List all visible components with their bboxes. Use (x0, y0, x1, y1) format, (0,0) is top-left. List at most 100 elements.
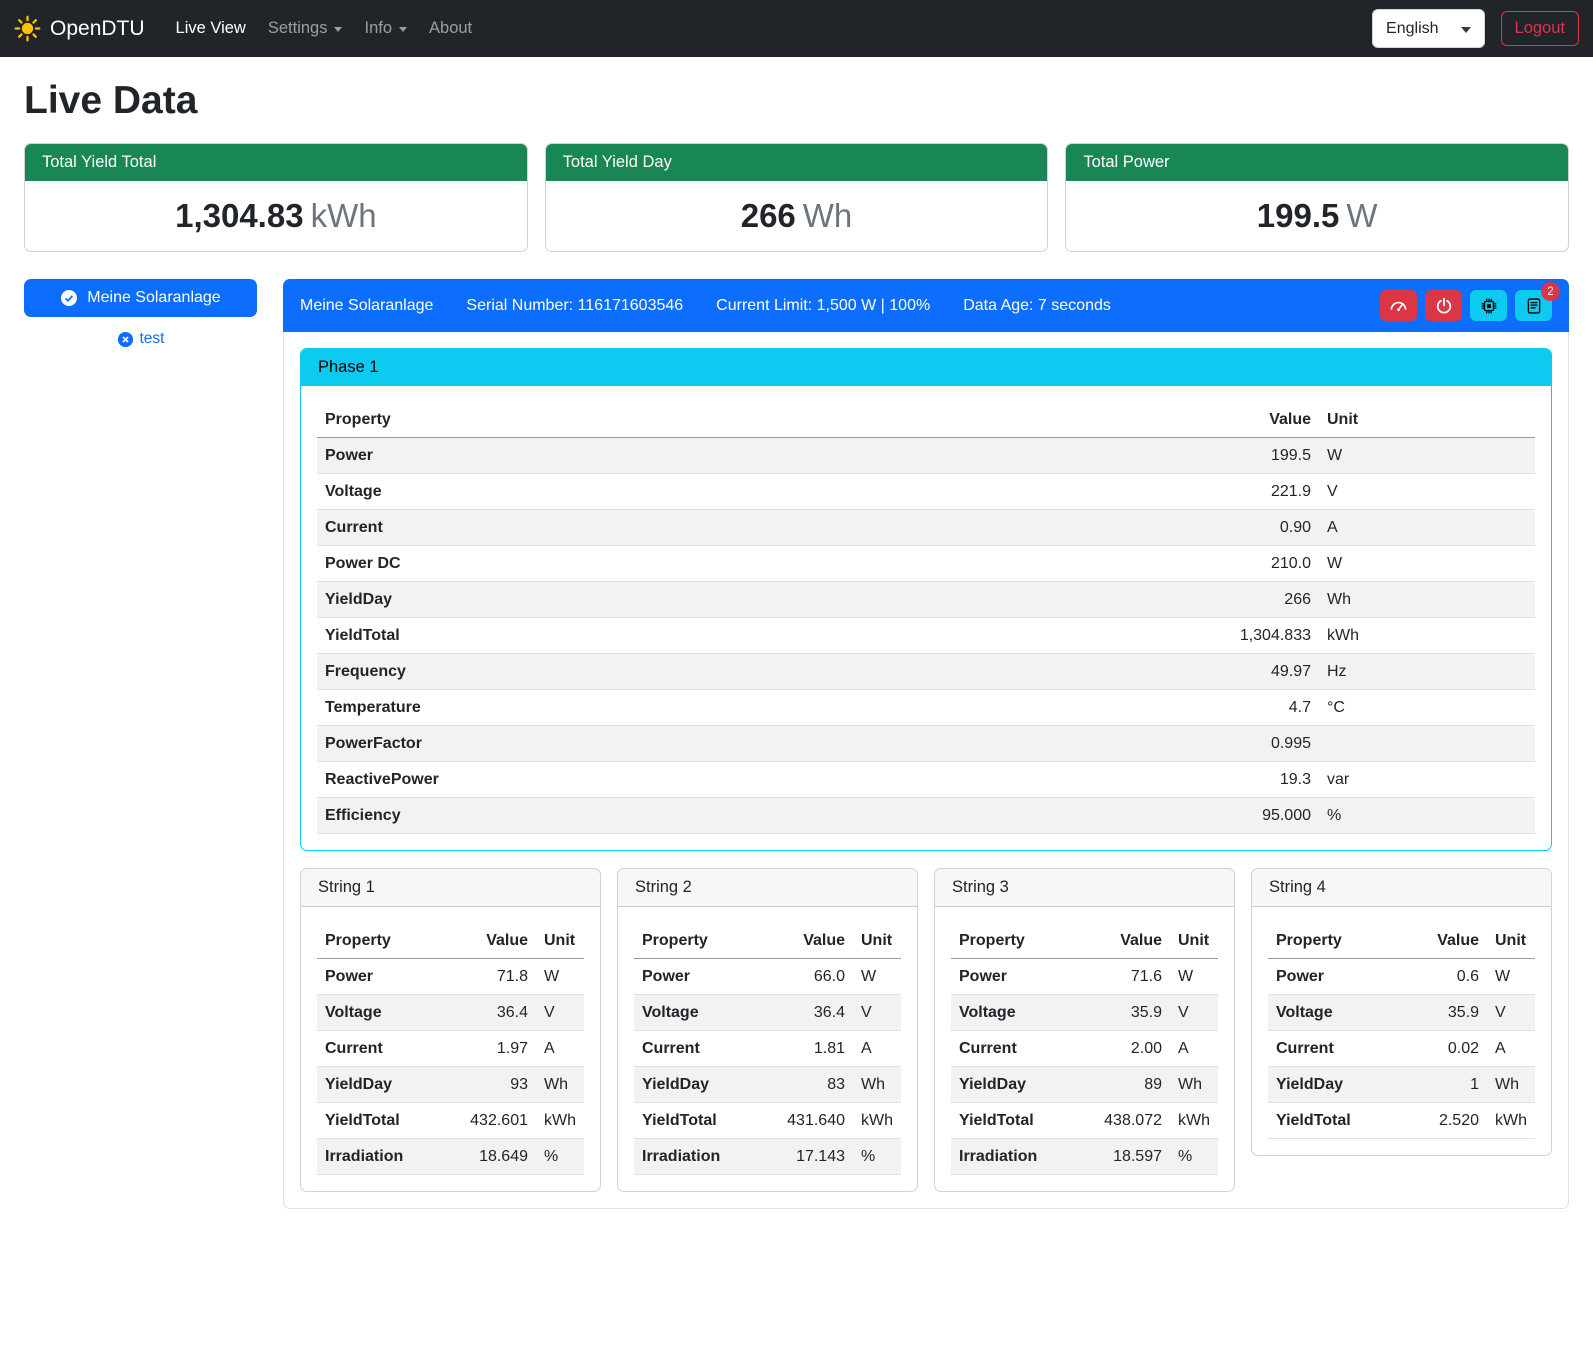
property-cell: YieldTotal (317, 618, 1179, 654)
property-cell: Frequency (317, 654, 1179, 690)
check-circle-icon (60, 289, 78, 307)
unit-cell: W (1170, 959, 1218, 995)
property-cell: Voltage (951, 995, 1084, 1031)
nav-info[interactable]: Info (353, 10, 418, 47)
table-row: Voltage36.4V (634, 995, 901, 1031)
value-cell: 0.02 (1401, 1031, 1487, 1067)
string-table: Property Value Unit Power71.6WVoltage35.… (951, 923, 1218, 1175)
table-row: PowerFactor0.995 (317, 726, 1535, 762)
value-cell: 1,304.833 (1179, 618, 1319, 654)
column-property: Property (317, 923, 450, 959)
table-row: YieldDay1Wh (1268, 1067, 1535, 1103)
column-value: Value (1084, 923, 1170, 959)
table-row: Current0.90A (317, 510, 1535, 546)
table-row: YieldDay89Wh (951, 1067, 1218, 1103)
inverter-select-button[interactable]: Meine Solaranlage (24, 279, 257, 317)
string-cards-row: String 1 Property Value Unit (300, 868, 1552, 1192)
value-cell: 35.9 (1401, 995, 1487, 1031)
value-cell: 71.6 (1084, 959, 1170, 995)
value-cell: 19.3 (1179, 762, 1319, 798)
top-navbar: OpenDTU Live View Settings Info About En… (0, 0, 1593, 57)
unit-cell: kWh (536, 1103, 584, 1139)
table-row: YieldDay93Wh (317, 1067, 584, 1103)
property-cell: ReactivePower (317, 762, 1179, 798)
chevron-down-icon (399, 27, 407, 32)
column-value: Value (767, 923, 853, 959)
card-unit: Wh (803, 197, 853, 234)
speedometer-icon (1389, 296, 1408, 315)
value-cell: 438.072 (1084, 1103, 1170, 1139)
property-cell: Power DC (317, 546, 1179, 582)
device-info-button[interactable] (1470, 290, 1507, 321)
unit-cell: A (1319, 510, 1535, 546)
property-cell: Voltage (1268, 995, 1401, 1031)
table-row: Temperature4.7°C (317, 690, 1535, 726)
unit-cell: % (853, 1139, 901, 1175)
column-unit: Unit (1487, 923, 1535, 959)
unit-cell: Wh (1319, 582, 1535, 618)
string-card-title: String 4 (1252, 869, 1551, 907)
table-row: YieldDay266Wh (317, 582, 1535, 618)
phase-table: Property Value Unit Power199.5WVoltage22… (317, 402, 1535, 834)
unit-cell: V (536, 995, 584, 1031)
column-value: Value (1179, 402, 1319, 438)
language-select[interactable]: English (1372, 9, 1484, 48)
brand-link[interactable]: OpenDTU (14, 15, 145, 42)
table-row: Current0.02A (1268, 1031, 1535, 1067)
inverter-active-label: Meine Solaranlage (87, 289, 220, 307)
unit-cell: Wh (1170, 1067, 1218, 1103)
unit-cell: W (536, 959, 584, 995)
phase-table-body: Power199.5WVoltage221.9VCurrent0.90APowe… (317, 438, 1535, 834)
value-cell: 0.995 (1179, 726, 1319, 762)
string-card-title: String 3 (935, 869, 1234, 907)
table-row: Irradiation17.143% (634, 1139, 901, 1175)
inverter-item-test[interactable]: test (117, 330, 165, 348)
property-cell: YieldDay (317, 582, 1179, 618)
property-cell: Voltage (317, 995, 450, 1031)
logout-button[interactable]: Logout (1501, 11, 1579, 46)
property-cell: Irradiation (634, 1139, 767, 1175)
card-value: 199.5 (1257, 197, 1340, 234)
column-property: Property (951, 923, 1084, 959)
property-cell: YieldTotal (317, 1103, 450, 1139)
value-cell: 2.00 (1084, 1031, 1170, 1067)
table-row: Power71.6W (951, 959, 1218, 995)
value-cell: 17.143 (767, 1139, 853, 1175)
value-cell: 36.4 (767, 995, 853, 1031)
value-cell: 95.000 (1179, 798, 1319, 834)
property-cell: Current (1268, 1031, 1401, 1067)
event-log-button[interactable]: 2 (1515, 290, 1552, 321)
limit-settings-button[interactable] (1380, 290, 1417, 321)
string-table-body: Power0.6WVoltage35.9VCurrent0.02AYieldDa… (1268, 959, 1535, 1139)
value-cell: 4.7 (1179, 690, 1319, 726)
column-unit: Unit (853, 923, 901, 959)
unit-cell: % (1319, 798, 1535, 834)
table-row: YieldTotal2.520kWh (1268, 1103, 1535, 1139)
property-cell: Current (634, 1031, 767, 1067)
power-control-button[interactable] (1425, 290, 1462, 321)
value-cell: 89 (1084, 1067, 1170, 1103)
property-cell: YieldDay (1268, 1067, 1401, 1103)
unit-cell: W (853, 959, 901, 995)
property-cell: PowerFactor (317, 726, 1179, 762)
table-row: YieldDay83Wh (634, 1067, 901, 1103)
column-value: Value (450, 923, 536, 959)
table-row: YieldTotal438.072kWh (951, 1103, 1218, 1139)
property-cell: Current (317, 510, 1179, 546)
card-title: Total Power (1066, 144, 1568, 181)
unit-cell: V (853, 995, 901, 1031)
card-value: 266 (741, 197, 796, 234)
nav-live-view[interactable]: Live View (165, 10, 257, 47)
nav-settings[interactable]: Settings (257, 10, 354, 47)
chevron-down-icon (1461, 27, 1471, 33)
unit-cell: kWh (1487, 1103, 1535, 1139)
power-icon (1435, 297, 1453, 315)
string-card: String 4 Property Value Unit (1251, 868, 1552, 1156)
value-cell: 431.640 (767, 1103, 853, 1139)
unit-cell: V (1487, 995, 1535, 1031)
table-row: Voltage36.4V (317, 995, 584, 1031)
value-cell: 199.5 (1179, 438, 1319, 474)
card-total-yield-day: Total Yield Day 266Wh (545, 143, 1049, 252)
nav-about[interactable]: About (418, 10, 483, 47)
table-row: Power DC210.0W (317, 546, 1535, 582)
